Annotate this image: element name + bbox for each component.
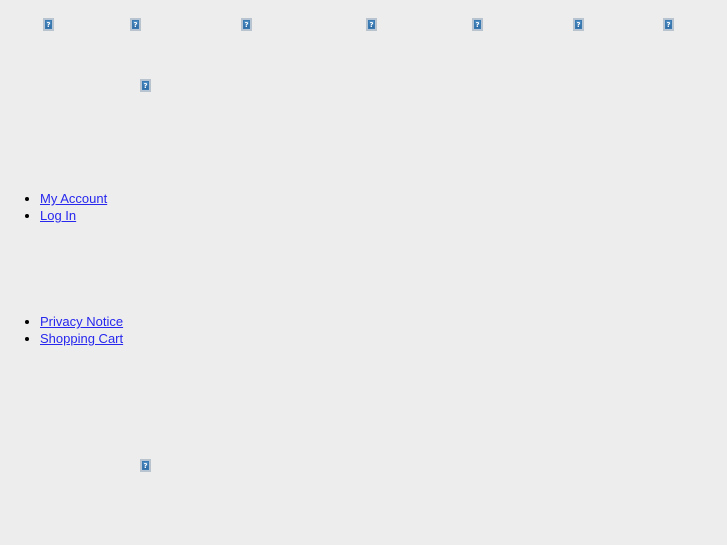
list-item: Shopping Cart [40, 330, 123, 347]
broken-image-nav-6[interactable]: ? [573, 18, 584, 31]
list-item: Log In [40, 207, 107, 224]
page-root: ??????? ? My Account Log In Privacy Notic… [0, 0, 727, 545]
utility-links-list: Privacy Notice Shopping Cart [0, 313, 123, 347]
broken-image-question-glyph: ? [142, 461, 149, 470]
broken-image-nav-3[interactable]: ? [241, 18, 252, 31]
broken-image-question-glyph: ? [665, 20, 672, 29]
broken-image-nav-1[interactable]: ? [43, 18, 54, 31]
broken-image-nav-7[interactable]: ? [663, 18, 674, 31]
account-links-list: My Account Log In [0, 190, 107, 224]
broken-image-question-glyph: ? [142, 81, 149, 90]
link-my-account[interactable]: My Account [40, 191, 107, 206]
broken-image-logo[interactable]: ? [140, 79, 151, 92]
link-log-in[interactable]: Log In [40, 208, 76, 223]
link-shopping-cart[interactable]: Shopping Cart [40, 331, 123, 346]
broken-image-nav-5[interactable]: ? [472, 18, 483, 31]
broken-image-question-glyph: ? [474, 20, 481, 29]
list-item: My Account [40, 190, 107, 207]
broken-image-question-glyph: ? [368, 20, 375, 29]
broken-image-nav-4[interactable]: ? [366, 18, 377, 31]
broken-image-question-glyph: ? [132, 20, 139, 29]
broken-image-footer[interactable]: ? [140, 459, 151, 472]
broken-image-question-glyph: ? [243, 20, 250, 29]
broken-image-question-glyph: ? [45, 20, 52, 29]
broken-image-nav-2[interactable]: ? [130, 18, 141, 31]
link-privacy-notice[interactable]: Privacy Notice [40, 314, 123, 329]
broken-image-question-glyph: ? [575, 20, 582, 29]
list-item: Privacy Notice [40, 313, 123, 330]
